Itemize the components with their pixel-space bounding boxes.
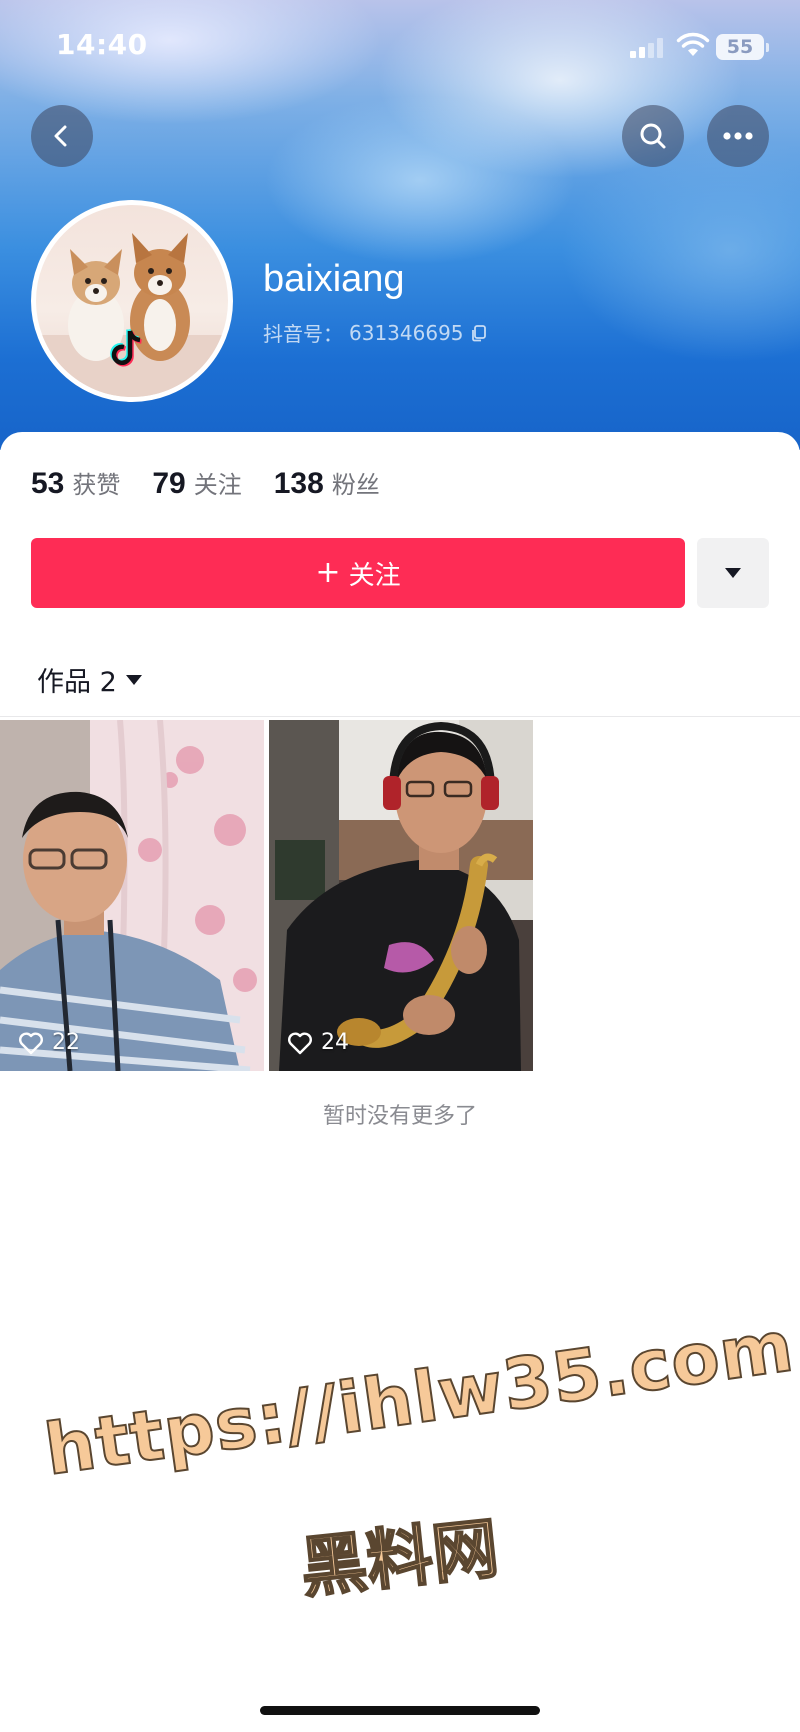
douyin-id-value: 631346695 — [349, 320, 464, 345]
home-indicator[interactable] — [260, 1706, 540, 1715]
stat-likes[interactable]: 53 获赞 — [31, 465, 120, 501]
caret-down-icon — [725, 568, 741, 578]
divider — [0, 716, 800, 717]
douyin-id-label: 抖音号： — [263, 322, 343, 346]
watermark-site-name: 黑料网 — [296, 1509, 503, 1608]
battery-icon: 55 — [716, 34, 769, 60]
stat-label: 粉丝 — [331, 471, 380, 499]
video-likes-count: 22 — [52, 1030, 80, 1055]
stat-label: 获赞 — [72, 471, 121, 499]
avatar-image — [36, 233, 228, 397]
more-dots-icon — [723, 132, 753, 140]
caret-down-icon — [125, 674, 142, 685]
watermark: https://ihlw35.com 黑料网 — [39, 1304, 800, 1640]
video-thumbnail-image — [269, 720, 533, 1071]
stat-value: 79 — [152, 467, 186, 500]
douyin-id[interactable]: 抖音号： 631346695 — [263, 318, 488, 347]
stat-following[interactable]: 79 关注 — [152, 465, 241, 501]
video-thumbnail[interactable]: 22 — [0, 720, 264, 1071]
tab-works-label: 作品 2 — [37, 667, 117, 698]
status-time: 14:40 — [56, 28, 148, 61]
video-likes: 24 — [287, 1030, 349, 1055]
search-icon — [640, 123, 666, 149]
video-thumbnail[interactable]: 24 — [269, 720, 533, 1071]
signal-icon — [630, 38, 664, 58]
back-button[interactable] — [31, 105, 93, 167]
username: baixiang — [263, 258, 405, 300]
follow-button[interactable]: + 关注 — [31, 538, 685, 608]
video-likes-count: 24 — [321, 1030, 349, 1055]
video-thumbnail-image — [0, 720, 264, 1071]
stat-value: 138 — [273, 467, 324, 500]
stat-label: 关注 — [193, 471, 242, 499]
search-button[interactable] — [622, 105, 684, 167]
recommend-dropdown-button[interactable] — [697, 538, 769, 608]
avatar[interactable] — [31, 200, 233, 402]
copy-icon[interactable] — [470, 324, 488, 342]
heart-icon — [288, 1032, 312, 1054]
more-options-button[interactable] — [707, 105, 769, 167]
profile-stats: 53 获赞 79 关注 138 粉丝 — [31, 465, 412, 501]
no-more-content-text: 暂时没有更多了 — [322, 1104, 477, 1129]
heart-icon — [19, 1032, 43, 1054]
plus-icon: + — [315, 555, 341, 590]
back-chevron-icon — [54, 125, 67, 147]
stat-value: 53 — [31, 467, 65, 500]
tab-works[interactable]: 作品 2 — [37, 660, 143, 699]
wifi-icon — [676, 32, 710, 56]
video-likes: 22 — [18, 1030, 80, 1055]
follow-button-label: 关注 — [348, 560, 401, 591]
stat-followers[interactable]: 138 粉丝 — [274, 465, 380, 501]
